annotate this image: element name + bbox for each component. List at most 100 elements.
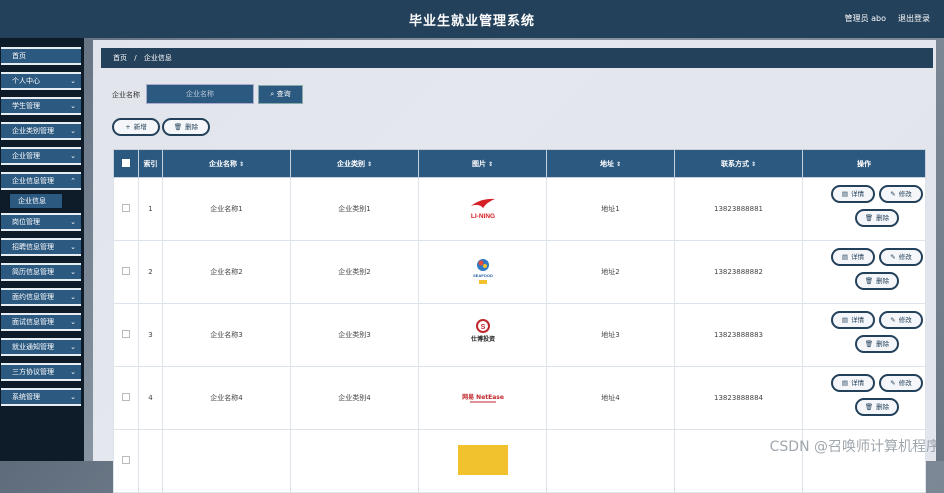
document-icon: ▤ [841, 379, 849, 387]
sidebar-item-label: 面约信息管理 [12, 293, 54, 301]
edit-button[interactable]: ✎ 修改 [879, 311, 923, 329]
row-company-category: 企业类别1 [290, 177, 419, 241]
row-image-cell: SEAFOOD [418, 240, 547, 304]
document-icon: ▤ [841, 253, 849, 261]
sidebar-item-recruitment[interactable]: 招聘信息管理 ⌄ [1, 238, 81, 256]
company-logo [457, 445, 508, 477]
row-checkbox[interactable] [122, 330, 130, 338]
sidebar-subitem-company-info[interactable]: 企业信息 [10, 194, 62, 208]
detail-button[interactable]: ▤ 详情 [831, 185, 875, 203]
edit-button[interactable]: ✎ 修改 [879, 185, 923, 203]
document-icon: ▤ [841, 316, 849, 324]
header-company-name[interactable]: 企业名称 ⇕ [162, 149, 291, 178]
company-name-search-input[interactable] [146, 84, 254, 104]
detail-button[interactable]: ▤ 详情 [831, 374, 875, 392]
sidebar-item-label: 岗位管理 [12, 218, 40, 226]
row-checkbox[interactable] [122, 204, 130, 212]
sidebar-item-employment-notice[interactable]: 就业通知管理 ⌄ [1, 338, 81, 356]
row-actions: ▤ 详情 ✎ 修改 🗑 删除 [802, 177, 926, 241]
chevron-down-icon: ⌄ [70, 343, 76, 351]
row-phone: 13823888883 [674, 303, 803, 367]
sidebar-item-company-category[interactable]: 企业类别管理 ⌄ [1, 122, 81, 140]
sort-icon: ⇕ [487, 160, 494, 168]
row-company-name: 企业名称4 [162, 366, 291, 430]
row-delete-button-label: 删除 [876, 340, 890, 348]
chevron-down-icon: ⌄ [70, 77, 76, 85]
query-button-label: 查询 [276, 90, 291, 98]
chevron-up-icon: ⌃ [70, 177, 76, 185]
sidebar-item-interviews[interactable]: 面试信息管理 ⌄ [1, 313, 81, 331]
row-checkbox-cell[interactable] [113, 429, 139, 493]
select-all-checkbox[interactable] [113, 149, 139, 178]
breadcrumb-home[interactable]: 首页 [113, 48, 127, 68]
breadcrumb-separator: / [134, 54, 137, 62]
detail-button[interactable]: ▤ 详情 [831, 311, 875, 329]
row-index: 2 [138, 240, 163, 304]
sidebar-item-companies[interactable]: 企业管理 ⌄ [1, 147, 81, 165]
row-index: 1 [138, 177, 163, 241]
detail-button[interactable]: ▤ 详情 [831, 248, 875, 266]
sidebar-item-system[interactable]: 系统管理 ⌄ [1, 388, 81, 406]
edit-button-label: 修改 [898, 379, 912, 387]
row-address [546, 429, 675, 493]
search-label: 企业名称 [112, 91, 140, 99]
detail-button-label: 详情 [851, 379, 865, 387]
seafood-logo: SEAFOOD [470, 256, 496, 288]
detail-button-label: 详情 [851, 253, 865, 261]
row-index: 3 [138, 303, 163, 367]
row-company-category: 企业类别2 [290, 240, 419, 304]
sidebar-item-positions[interactable]: 岗位管理 ⌄ [1, 213, 81, 231]
chevron-down-icon: ⌄ [70, 102, 76, 110]
row-delete-button[interactable]: 🗑 删除 [855, 209, 899, 227]
row-address: 地址1 [546, 177, 675, 241]
sidebar-item-company-info[interactable]: 企业信息管理 ⌃ [1, 172, 81, 190]
sidebar-item-tripartite[interactable]: 三方协议管理 ⌄ [1, 363, 81, 381]
sidebar-item-resumes[interactable]: 简历信息管理 ⌄ [1, 263, 81, 281]
logo-text: SEAFOOD [473, 273, 493, 278]
row-company-name: 企业名称1 [162, 177, 291, 241]
row-checkbox[interactable] [122, 456, 130, 464]
sidebar-item-students[interactable]: 学生管理 ⌄ [1, 97, 81, 115]
row-checkbox-cell[interactable] [113, 240, 139, 304]
header-image[interactable]: 图片 ⇕ [418, 149, 547, 178]
pencil-icon: ✎ [890, 379, 896, 387]
edit-button-label: 修改 [898, 316, 912, 324]
header-phone[interactable]: 联系方式 ⇕ [674, 149, 803, 178]
investment-logo: S 仕博投资 [466, 318, 500, 352]
row-checkbox[interactable] [122, 267, 130, 275]
app-title: 毕业生就业管理系统 [408, 14, 535, 29]
row-checkbox-cell[interactable] [113, 303, 139, 367]
row-delete-button-label: 删除 [876, 214, 890, 222]
row-checkbox-cell[interactable] [113, 177, 139, 241]
svg-text:S: S [480, 324, 485, 331]
row-checkbox-cell[interactable] [113, 366, 139, 430]
logout-link[interactable]: 退出登录 [898, 13, 930, 24]
netease-logo: 网易 NetEase [462, 388, 504, 408]
row-delete-button[interactable]: 🗑 删除 [855, 398, 899, 416]
table-row: 2 企业名称2 企业类别2 SEAFOOD 地址2 13823888882 ▤ … [113, 240, 926, 304]
row-company-name [162, 429, 291, 493]
edit-button[interactable]: ✎ 修改 [879, 248, 923, 266]
sidebar-item-personal-center[interactable]: 个人中心 ⌄ [1, 72, 81, 90]
header-address[interactable]: 地址 ⇕ [546, 149, 675, 178]
edit-button[interactable]: ✎ 修改 [879, 374, 923, 392]
pencil-icon: ✎ [890, 190, 896, 198]
row-delete-button[interactable]: 🗑 删除 [855, 335, 899, 353]
chevron-down-icon: ⌄ [70, 243, 76, 251]
query-button[interactable]: ⌕ 查询 [258, 85, 303, 104]
add-button[interactable]: + 新增 [112, 118, 160, 136]
header-index: 索引 [138, 149, 163, 178]
breadcrumb: 首页 / 企业信息 [101, 48, 933, 68]
sidebar-item-label: 简历信息管理 [12, 268, 54, 276]
main-panel: 首页 / 企业信息 企业名称 ⌕ 查询 +新增 🗑删除 索引 企业名称⇕ 企业类… [93, 40, 936, 493]
row-delete-button[interactable]: 🗑 删除 [855, 272, 899, 290]
sidebar-item-label: 招聘信息管理 [12, 243, 54, 251]
logo-text: 仕博投资 [469, 335, 494, 343]
pencil-icon: ✎ [890, 316, 896, 324]
delete-button[interactable]: 🗑 删除 [162, 118, 210, 136]
sidebar-item-appointments[interactable]: 面约信息管理 ⌄ [1, 288, 81, 306]
row-checkbox[interactable] [122, 393, 130, 401]
sidebar-item-home[interactable]: 首页 [1, 47, 81, 65]
row-phone: 13823888881 [674, 177, 803, 241]
header-company-category[interactable]: 企业类别 ⇕ [290, 149, 419, 178]
